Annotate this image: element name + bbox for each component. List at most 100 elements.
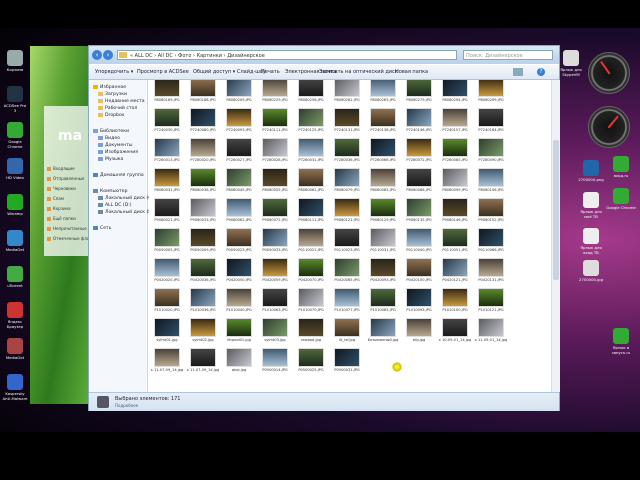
image-thumbnail[interactable]: qhqi.jpg — [226, 348, 252, 372]
image-thumbnail[interactable]: P0110040.JPG — [406, 228, 432, 252]
nav-item[interactable]: Локальный диск (C:) — [98, 195, 155, 202]
image-thumbnail[interactable]: P7280013.JPG — [154, 138, 180, 162]
mail-folder-item[interactable]: Непрочитанные — [47, 226, 87, 233]
image-thumbnail[interactable]: P0420020.JPG — [154, 258, 180, 282]
desktop-shortcut[interactable]: вход.ru — [606, 156, 636, 190]
image-thumbnail[interactable]: P8080263.JPG — [370, 80, 396, 102]
image-thumbnail[interactable]: P0500014.JPG — [262, 348, 288, 372]
image-thumbnail[interactable]: lit_rsf.jpg — [334, 318, 360, 342]
image-thumbnail[interactable]: P0420059.JPG — [262, 258, 288, 282]
image-thumbnail[interactable]: P7240125.JPG — [298, 108, 324, 132]
address-bar[interactable]: « ALL DC › All DC › Фото › Картинки › Ди… — [117, 50, 457, 60]
image-thumbnail[interactable]: P0110023.JPG — [334, 228, 360, 252]
toolbar-button[interactable]: Новая папка — [395, 68, 428, 76]
image-thumbnail[interactable]: P7280028.JPG — [262, 138, 288, 162]
image-thumbnail[interactable]: P8080169.JPG — [154, 80, 180, 102]
image-thumbnail[interactable]: P8080279.JPG — [406, 80, 432, 102]
image-thumbnail[interactable]: sity.jpg — [406, 318, 432, 342]
image-thumbnail[interactable]: P8080262.JPG — [334, 80, 360, 102]
speedometer-gadget[interactable] — [588, 52, 630, 94]
back-arrow-icon[interactable]: ‹ — [92, 50, 102, 60]
image-thumbnail[interactable]: P0420121.JPG — [442, 258, 468, 282]
image-thumbnail[interactable]: P7280066.JPG — [370, 138, 396, 162]
image-thumbnail[interactable]: P1010040.JPG — [226, 288, 252, 312]
image-thumbnail[interactable]: P7240138.JPG — [370, 108, 396, 132]
image-thumbnail[interactable]: P1010100.JPG — [442, 288, 468, 312]
image-thumbnail[interactable]: P8080038.JPG — [190, 168, 216, 192]
desktop-shortcut[interactable]: Google Chrome — [606, 188, 636, 222]
image-thumbnail[interactable]: sylmt01.jpg — [154, 318, 180, 342]
image-thumbnail[interactable]: P9080072.JPG — [262, 198, 288, 222]
desktop-shortcut[interactable]: HD Video — [2, 158, 28, 192]
image-thumbnail[interactable]: P7240080.JPG — [190, 108, 216, 132]
nav-item[interactable]: Видео — [98, 135, 120, 142]
image-thumbnail[interactable]: sylmt02.jpg — [190, 318, 216, 342]
image-thumbnail[interactable]: P8080294.JPG — [442, 80, 468, 102]
image-thumbnail[interactable]: P9080121.JPG — [334, 198, 360, 222]
forward-arrow-icon[interactable]: › — [103, 50, 113, 60]
image-thumbnail[interactable]: P8080229.JPG — [262, 80, 288, 102]
nav-item[interactable]: Недавние места — [98, 98, 145, 105]
nav-item[interactable]: Домашняя группа — [93, 172, 144, 179]
nav-item[interactable]: Сеть — [93, 225, 111, 232]
image-thumbnail[interactable]: rawpod.jpg — [298, 318, 324, 342]
nav-item[interactable]: Библиотеки — [93, 128, 129, 135]
desktop-shortcut[interactable]: Google Chrome — [2, 122, 28, 156]
scrollbar-thumb[interactable] — [553, 140, 559, 280]
help-icon[interactable]: ? — [537, 68, 545, 76]
image-thumbnail[interactable]: x 10-09-01_14.jpg — [439, 318, 471, 342]
toolbar-button[interactable]: Записать на оптический диск — [319, 68, 398, 76]
search-input[interactable]: Поиск: Дизайнерское — [463, 50, 553, 60]
image-thumbnail[interactable]: P7280090.JPG — [478, 138, 504, 162]
image-thumbnail[interactable]: P8080079.JPG — [334, 168, 360, 192]
image-thumbnail[interactable]: P9080152.JPG — [478, 198, 504, 222]
image-thumbnail[interactable]: P8080055.JPG — [262, 168, 288, 192]
image-thumbnail[interactable]: P9080021.JPG — [154, 198, 180, 222]
image-thumbnail[interactable]: P7280085.JPG — [442, 138, 468, 162]
image-thumbnail[interactable]: P9080135.JPG — [406, 198, 432, 222]
image-thumbnail[interactable]: P1010121.JPG — [478, 288, 504, 312]
image-thumbnail[interactable]: P1010063.JPG — [262, 288, 288, 312]
toolbar-button[interactable]: Упорядочить ▾ — [95, 68, 133, 76]
image-thumbnail[interactable]: P1010020.JPG — [154, 288, 180, 312]
image-thumbnail[interactable]: P7240093.JPG — [226, 108, 252, 132]
image-thumbnail[interactable]: P7280036.JPG — [334, 138, 360, 162]
image-thumbnail[interactable]: P0420093.JPG — [370, 258, 396, 282]
explorer-window[interactable]: ‹ › « ALL DC › All DC › Фото › Картинки … — [88, 45, 560, 411]
image-thumbnail[interactable]: sylmt03.jpg — [262, 318, 288, 342]
desktop-shortcut[interactable]: 2700000.jpg — [576, 260, 606, 294]
image-thumbnail[interactable]: P0420131.JPG — [478, 258, 504, 282]
image-thumbnail[interactable]: P0500031.JPG — [334, 348, 360, 372]
desktop-shortcut[interactable]: ACDSee Pro 3 — [2, 86, 28, 120]
image-thumbnail[interactable]: P1010036.JPG — [190, 288, 216, 312]
nav-item[interactable]: Избранное — [93, 84, 126, 91]
image-thumbnail[interactable]: P7280031.JPG — [298, 138, 324, 162]
image-thumbnail[interactable]: P8080031.JPG — [154, 168, 180, 192]
image-thumbnail[interactable]: P7240164.JPG — [478, 108, 504, 132]
image-thumbnail[interactable]: P8080256.JPG — [298, 80, 324, 102]
image-thumbnail[interactable]: P1010077.JPG — [334, 288, 360, 312]
mail-folder-item[interactable]: Отправленные — [47, 176, 84, 183]
vertical-scrollbar[interactable] — [551, 80, 560, 392]
image-thumbnail[interactable]: P7280027.JPG — [226, 138, 252, 162]
toolbar-button[interactable]: Печать — [261, 68, 280, 76]
image-thumbnail[interactable]: P0050033.JPG — [262, 228, 288, 252]
mail-folder-item[interactable]: Спам — [47, 196, 64, 203]
image-thumbnail[interactable]: P0420085.JPG — [334, 258, 360, 282]
image-thumbnail[interactable]: x 11-07-09_14.jpg — [187, 348, 219, 372]
image-thumbnail[interactable]: P8080045.JPG — [226, 168, 252, 192]
mail-folder-item[interactable]: Черновики — [47, 186, 76, 193]
mail-folder-item[interactable]: Ещё папки — [47, 216, 76, 223]
image-thumbnail[interactable]: P0500025.JPG — [298, 348, 324, 372]
image-thumbnail[interactable]: P8080099.JPG — [442, 168, 468, 192]
desktop-shortcut[interactable]: MediaGet — [2, 230, 28, 264]
toolbar-button[interactable]: Просмотр в ACDSee — [137, 68, 189, 76]
nav-item[interactable]: Музыка — [98, 156, 123, 163]
desktop-shortcut[interactable]: MediaGet — [2, 338, 28, 372]
nav-item[interactable]: Dropbox — [98, 112, 124, 119]
image-thumbnail[interactable]: P0050023.JPG — [226, 228, 252, 252]
image-thumbnail[interactable]: P8080085.JPG — [370, 168, 396, 192]
image-thumbnail[interactable]: P0420036.JPG — [190, 258, 216, 282]
nav-item[interactable]: Локальный диск (E:) — [98, 209, 155, 216]
desktop-shortcut[interactable]: Ярлык для моё ТВ — [576, 192, 606, 226]
